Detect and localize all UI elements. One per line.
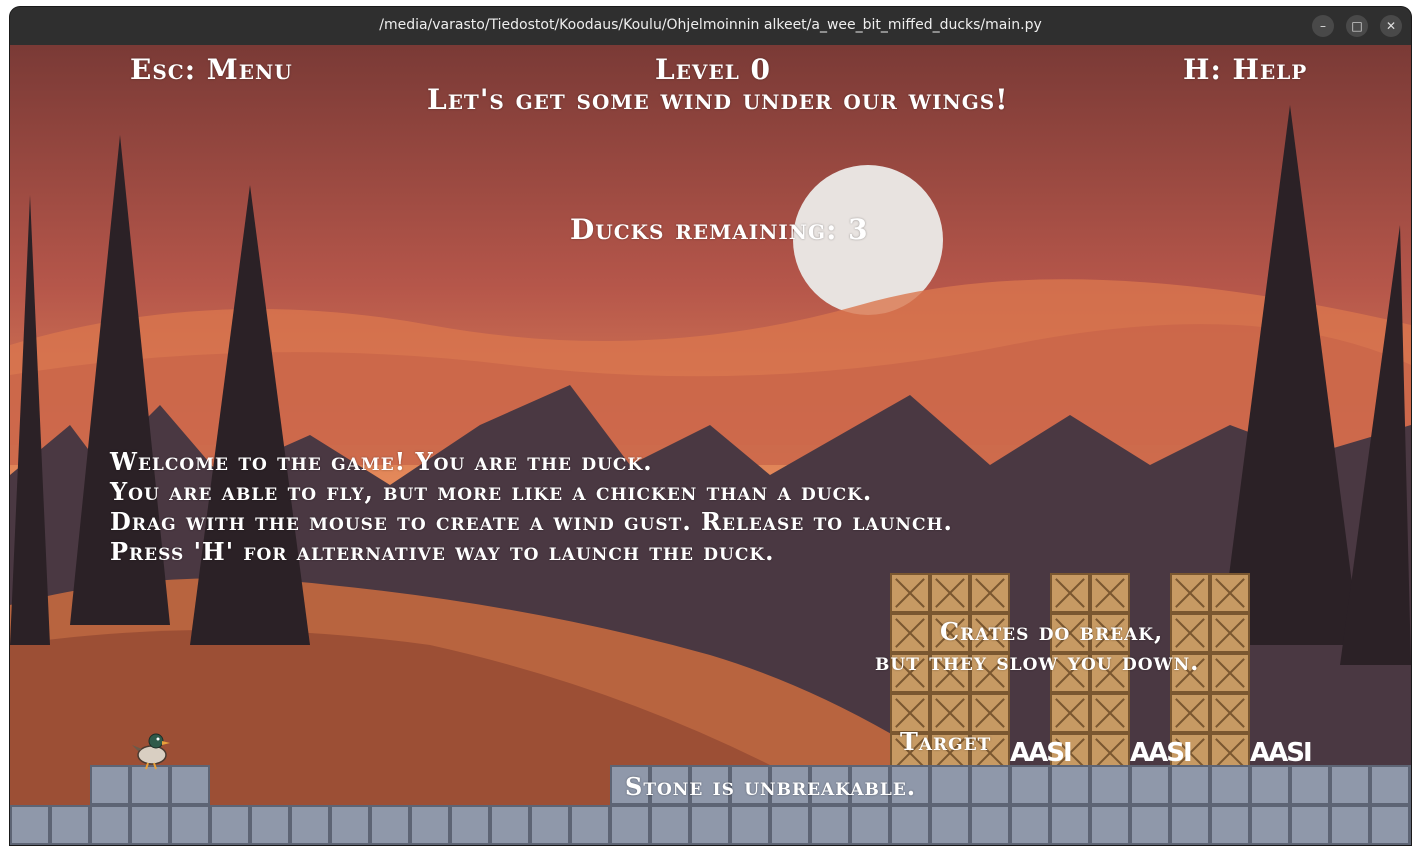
game-window: /media/varasto/Tiedostot/Koodaus/Koulu/O… <box>10 7 1411 845</box>
tutorial-line: Welcome to the game! You are the duck. <box>110 447 653 476</box>
tutorial-line: You are able to fly, but more like a chi… <box>110 477 873 506</box>
tutorial-line: Press 'H' for alternative way to launch … <box>110 537 775 566</box>
ducks-remaining: Ducks remaining: 3 <box>570 213 869 246</box>
menu-hint: Esc: Menu <box>130 53 293 86</box>
window-title: /media/varasto/Tiedostot/Koodaus/Koulu/O… <box>379 17 1042 33</box>
close-icon[interactable]: ✕ <box>1380 15 1402 37</box>
crates-hint-line2: but they slow you down. <box>875 647 1200 676</box>
help-hint: H: Help <box>1183 53 1308 86</box>
stone-hint: Stone is unbreakable. <box>625 772 917 801</box>
title-bar[interactable]: /media/varasto/Tiedostot/Koodaus/Koulu/O… <box>10 7 1411 45</box>
minimize-icon[interactable]: – <box>1312 15 1334 37</box>
duck-player[interactable] <box>130 729 174 771</box>
level-label: Level 0 <box>655 53 771 86</box>
maximize-icon[interactable]: □ <box>1346 15 1368 37</box>
tutorial-line: Drag with the mouse to create a wind gus… <box>110 507 953 536</box>
crates-hint-line1: Crates do break, <box>940 617 1164 646</box>
level-subtitle: Let's get some wind under our wings! <box>427 83 1009 116</box>
target-hint: Target <box>900 727 992 756</box>
game-canvas[interactable]: Esc: Menu Level 0 H: Help Let's get some… <box>10 45 1411 845</box>
